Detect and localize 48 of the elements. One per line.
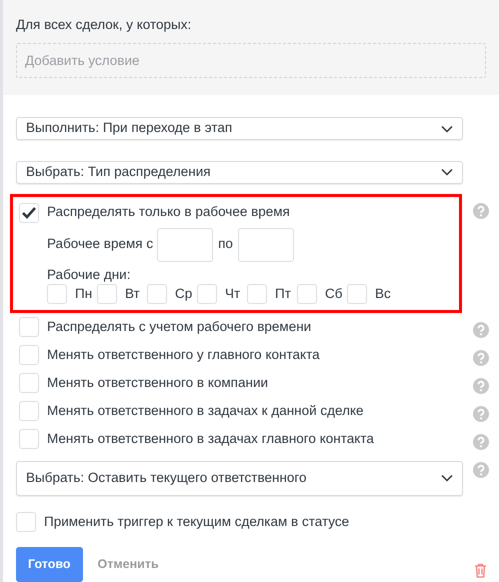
time-from-field[interactable] [157,228,214,262]
option-label: Распределять только в рабочее время [47,203,290,222]
help-icon[interactable] [473,462,489,478]
option-label: Применить триггер к текущим сделкам в статусе [44,512,350,531]
checkbox[interactable] [97,284,117,304]
time-label: Рабочее время с [47,235,154,254]
checkbox[interactable] [19,428,39,449]
option-label: Менять ответственного у главного контакта [47,346,320,364]
chevron-down-icon [441,168,453,176]
checkbox[interactable] [16,512,36,532]
checkbox[interactable] [47,284,67,304]
day-label: Чт [224,284,242,302]
dropdown[interactable]: Выбрать: Оставить текущего ответственного [16,460,463,496]
day-label: Вс [374,284,392,302]
days-label: Рабочие дни: [47,266,132,282]
option-label: Распределять с учетом рабочего времени [47,318,312,336]
trash-icon[interactable] [474,563,487,578]
help-icon[interactable] [473,434,489,450]
checkbox[interactable] [19,372,39,393]
option-label: Менять ответственного в задачах главного контакта [47,430,374,448]
day-label: Ср [174,284,194,303]
help-icon[interactable] [473,406,489,422]
checkbox[interactable] [297,284,317,304]
checkbox[interactable] [147,284,167,304]
section-label: Для всех сделок, у которых: [16,16,192,34]
checkbox[interactable] [347,284,367,304]
help-icon[interactable] [473,322,489,338]
checkbox[interactable] [247,284,267,304]
option-label: Менять ответственного в задачах к данной сделке [47,402,364,420]
day-label: Сб [324,284,344,302]
chevron-down-icon [441,124,453,133]
time-to-field[interactable] [238,228,294,262]
dropdown[interactable]: Выполнить: При переходе в этап [16,117,463,140]
dropdown[interactable]: Выбрать: Тип распределения [16,160,463,184]
checkbox[interactable] [19,316,39,337]
checkbox[interactable] [197,284,217,304]
checkbox[interactable] [19,202,39,222]
day-label: Вт [124,284,141,302]
checkbox[interactable] [19,344,39,365]
day-label: Пт [274,284,292,302]
option-label: Менять ответственного в компании [47,374,268,392]
checkbox[interactable] [19,400,39,421]
chevron-down-icon [441,474,453,482]
help-icon[interactable] [473,202,489,218]
help-icon[interactable] [473,350,489,366]
help-icon[interactable] [473,378,489,394]
day-label: Пн [74,284,94,302]
time-label: по [218,235,233,254]
